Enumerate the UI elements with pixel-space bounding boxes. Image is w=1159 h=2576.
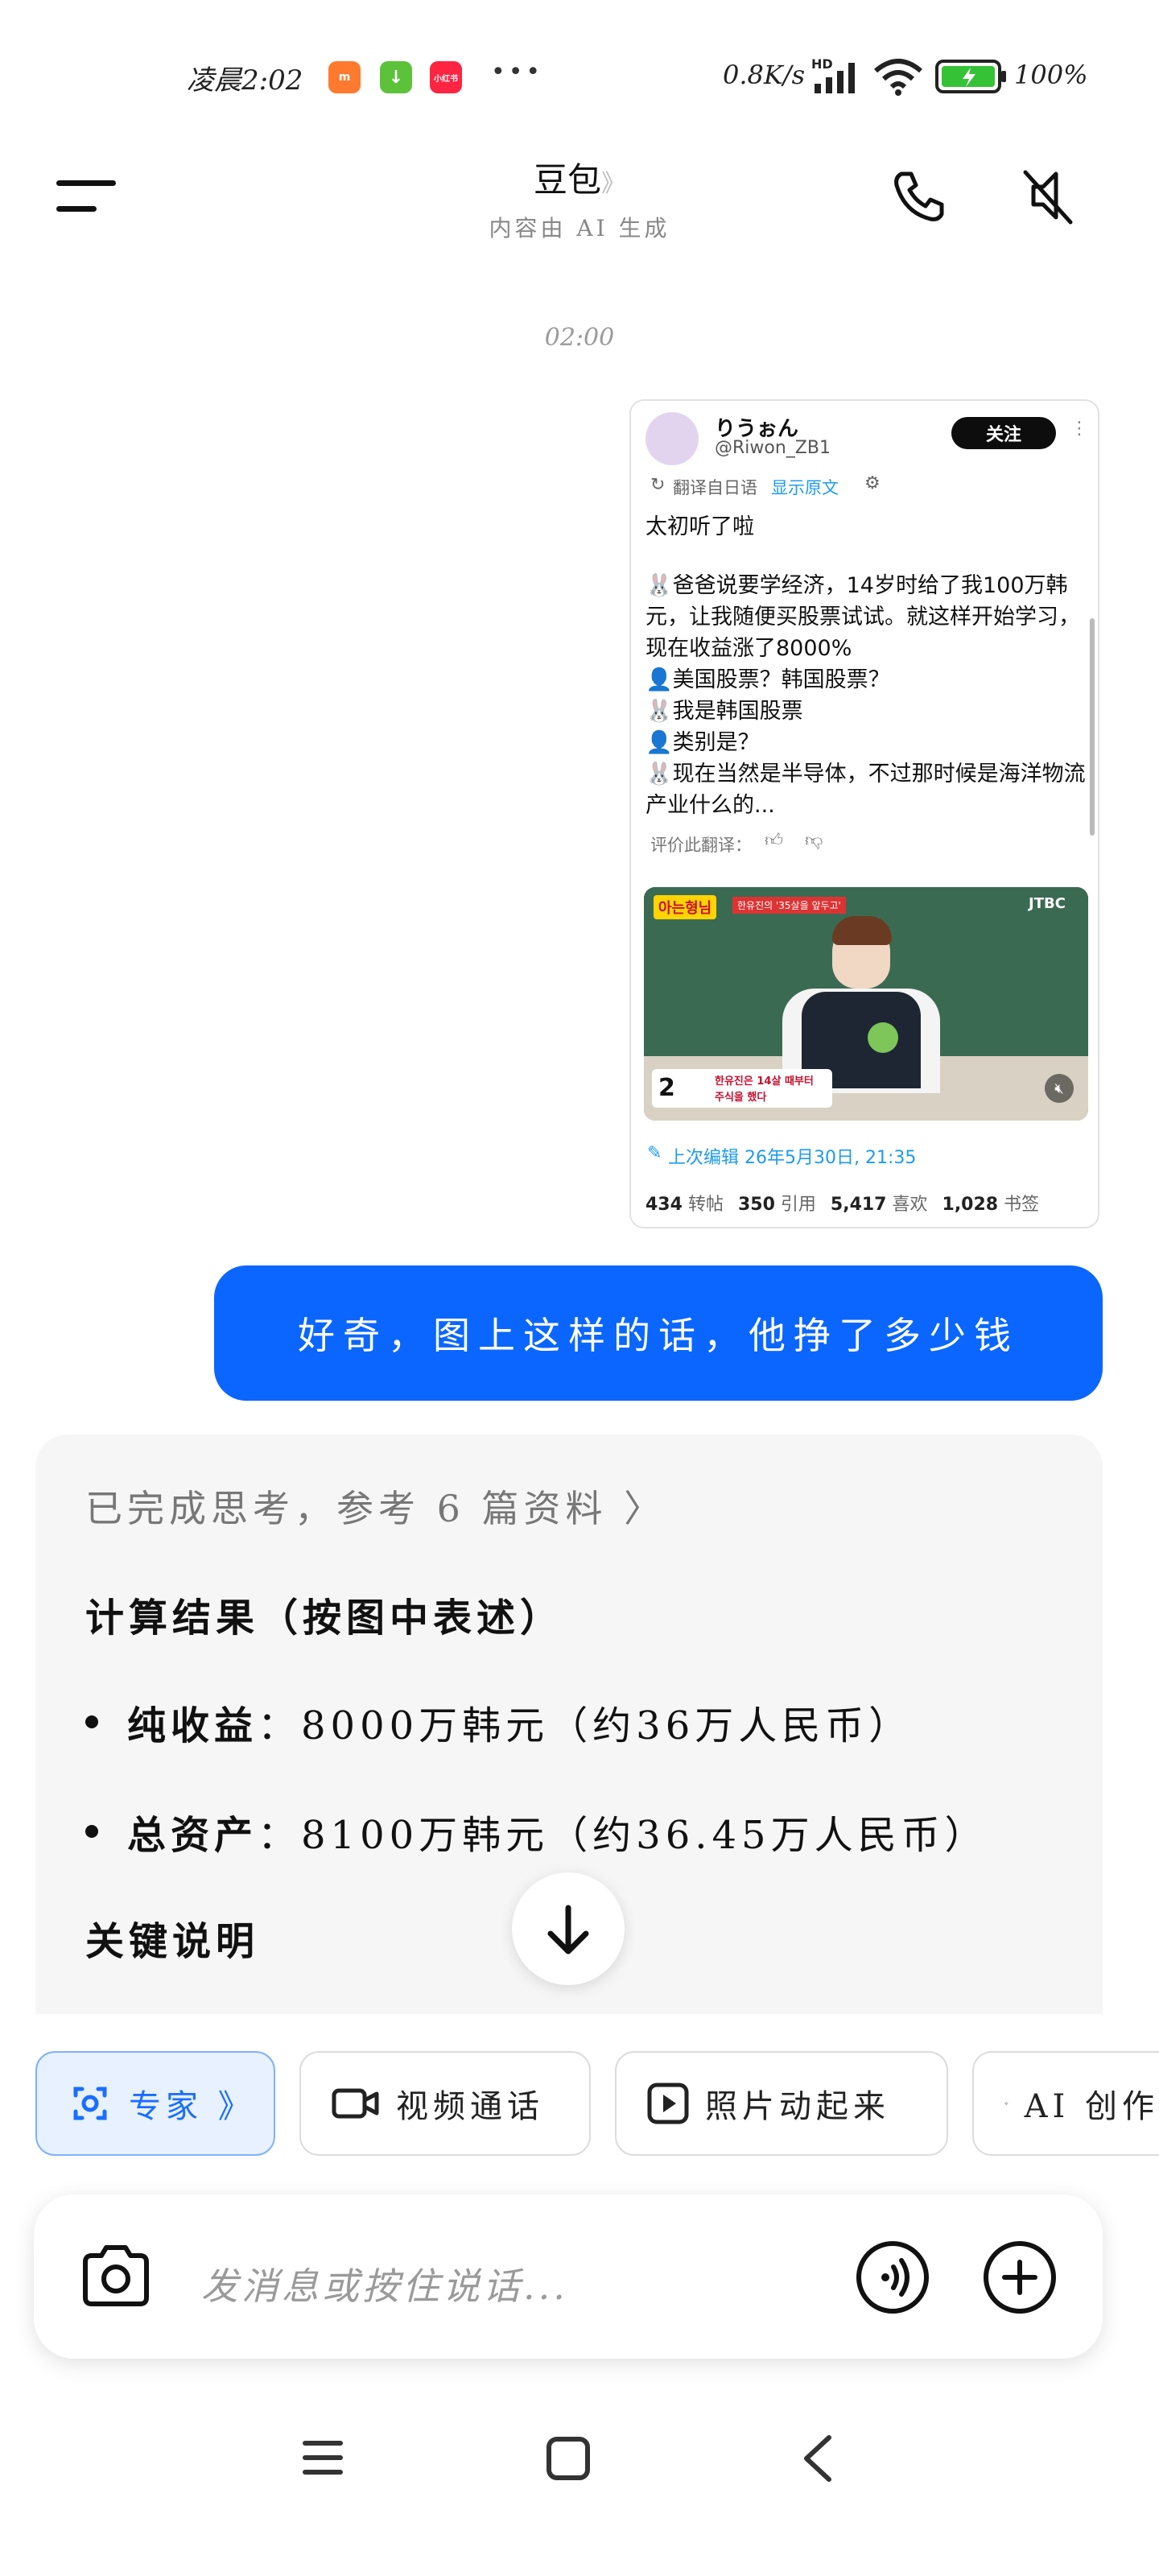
tweet-title: 太初听了啦 [645, 514, 754, 539]
phone-icon[interactable] [890, 167, 948, 225]
video-mute-icon: 🔇︎ [1045, 1074, 1074, 1103]
bot-name: 豆包 [533, 160, 601, 200]
stat-likes: 5,417 喜欢 [830, 1195, 928, 1215]
translate-icon: ↻ [650, 475, 666, 495]
bullet-total-assets: 总资产 ：8100万韩元（约36.45万人民币） [85, 1803, 988, 1860]
show-tag: 아는형님 [654, 895, 717, 919]
stat-quotes: 350 引用 [737, 1195, 816, 1215]
bullet-value: ：8100万韩元（约36.45万人民币） [258, 1813, 988, 1858]
ai-create-chip[interactable]: AI 创作 [972, 2051, 1159, 2156]
chip-label: 照片动起来 [705, 2088, 890, 2125]
thumbs-up-icon: 👍︎ [765, 831, 783, 851]
title-chevron-icon: 》 [601, 170, 625, 198]
back-icon[interactable] [798, 2433, 837, 2484]
stat-bookmarks: 1,028 书签 [942, 1195, 1040, 1215]
sparkle-icon [1004, 2101, 1008, 2106]
shared-image-card[interactable]: りうぉん @Riwon_ZB1 关注 ⋮ ↻ 翻译自日语 显示原文 ⚙ 太初听了… [629, 399, 1099, 1228]
chip-label: 专家 》 [129, 2088, 255, 2125]
bullet-label: 总资产 [127, 1813, 258, 1858]
show-subtitle: 한유진의 '35살을 앞두고' [732, 897, 846, 914]
speaker-muted-icon[interactable] [1019, 164, 1077, 229]
camera-icon[interactable] [79, 2244, 153, 2309]
user-message-text: 好奇，图上这样的话，他挣了多少钱 [298, 1314, 1019, 1357]
stat-reposts: 434 转帖 [645, 1195, 724, 1215]
tweet-stats: 434 转帖 350 引用 5,417 喜欢 1,028 书签 [645, 1190, 1039, 1216]
signal-icon [813, 60, 863, 95]
scroll-to-bottom-button[interactable] [512, 1872, 625, 1985]
play-photo-icon [647, 2083, 689, 2124]
translated-from: 翻译自日语 [673, 478, 757, 497]
menu-icon[interactable] [56, 179, 118, 214]
arrow-down-icon [547, 1905, 589, 1955]
settings-gear-icon: ⚙ [864, 473, 881, 493]
tweet-body: 🐰爸爸说要学经济，14岁时给了我100万韩元，让我随便买股票试试。就这样开始学习… [645, 573, 1086, 818]
voice-call-icon[interactable] [855, 2240, 930, 2315]
show-original-link: 显示原文 [771, 478, 839, 497]
status-bar: 凌晨2:02 m ↓ 小红书 ••• 0.8K/s HD 100% [0, 0, 1159, 97]
network-speed: 0.8K/s [723, 60, 805, 90]
status-time: 凌晨2:02 [187, 64, 303, 97]
more-notifications-icon: ••• [491, 58, 544, 86]
rate-translation: 评价此翻译： [650, 836, 752, 855]
plus-icon[interactable] [982, 2240, 1058, 2315]
card-scrollbar [1090, 618, 1095, 836]
system-navigation-bar [0, 2399, 1159, 2576]
expert-chip[interactable]: 专家 》 [35, 2051, 275, 2156]
bullet-dot [85, 1825, 98, 1838]
bullet-net-profit: 纯收益 ：8000万韩元（约36万人民币） [85, 1694, 912, 1750]
video-call-icon [332, 2088, 379, 2119]
video-caption: 2 한유진은 14살 때부터 주식을 했다 [652, 1069, 832, 1108]
battery-icon [935, 60, 1008, 93]
network-logo: JTBC [1029, 895, 1066, 912]
thumbs-down-icon: 👎︎ [805, 831, 823, 851]
recents-icon[interactable] [301, 2438, 344, 2478]
video-thumbnail: 아는형님 한유진의 '35살을 앞두고' JTBC 2 한유진은 14살 때부터… [644, 887, 1088, 1121]
follow-button: 关注 [951, 417, 1056, 449]
bullet-value: ：8000万韩元（约36万人民币） [258, 1703, 913, 1748]
home-icon[interactable] [546, 2436, 591, 2481]
last-edited: 上次编辑 26年5月30日, 21:35 [668, 1148, 917, 1168]
chat-title[interactable]: 豆包》 [467, 153, 692, 202]
wifi-icon [872, 58, 924, 97]
animate-photo-chip[interactable]: 照片动起来 [615, 2051, 948, 2156]
avatar [645, 412, 699, 465]
ai-generated-notice: 内容由 AI 生成 [489, 215, 670, 242]
redbook-app-icon: 小红书 [430, 61, 462, 93]
bullet-label: 纯收益 [127, 1703, 258, 1748]
shopping-app-icon: m [328, 61, 361, 93]
battery-percent: 100% [1014, 60, 1088, 90]
edit-pencil-icon: ✎ [647, 1143, 662, 1163]
chip-label: 视频通话 [396, 2088, 544, 2125]
key-notes-heading: 关键说明 [85, 1919, 260, 1964]
tweet-handle: @Riwon_ZB1 [715, 438, 831, 458]
user-message-bubble[interactable]: 好奇，图上这样的话，他挣了多少钱 [214, 1265, 1103, 1401]
result-heading: 计算结果（按图中表述） [85, 1596, 564, 1641]
video-call-chip[interactable]: 视频通话 [299, 2051, 591, 2156]
more-icon: ⋮ [1070, 419, 1088, 439]
message-timestamp: 02:00 [544, 324, 615, 352]
chip-label: AI 创作 [1024, 2088, 1159, 2125]
expert-icon [73, 2087, 107, 2120]
person-hair [832, 916, 892, 945]
message-input[interactable]: 发消息或按住说话... [201, 2257, 813, 2310]
thinking-summary-link[interactable]: 已完成思考，参考 6 篇资料 〉 [85, 1480, 666, 1533]
download-app-icon: ↓ [380, 61, 412, 93]
bullet-dot [85, 1715, 98, 1728]
name-tag [868, 1022, 898, 1053]
